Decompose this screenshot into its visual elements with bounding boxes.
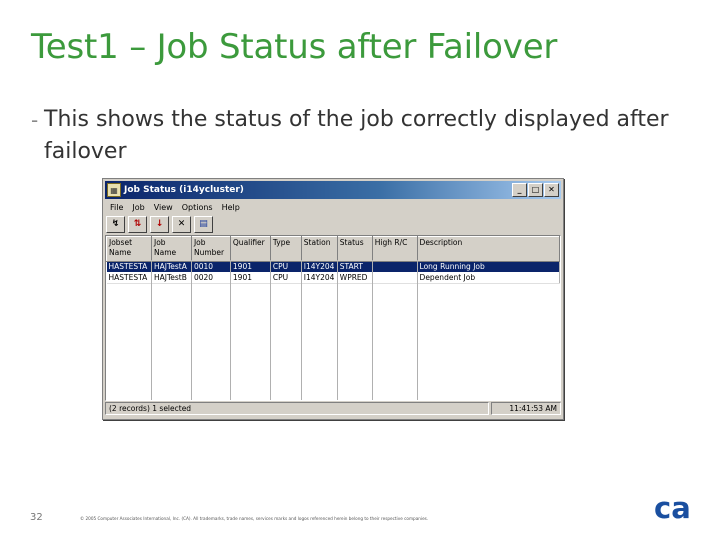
col-jobset-name[interactable]: Jobset Name	[106, 236, 152, 262]
ca-logo: ca	[654, 493, 690, 523]
bullet-point: - This shows the status of the job corre…	[31, 104, 691, 168]
toolbar: ↯ ⇅ ↓ ✕ ▤	[106, 215, 213, 233]
col-qualifier[interactable]: Qualifier	[229, 236, 271, 262]
job-table: Jobset Name Job Name Job Number Qualifie…	[106, 236, 560, 284]
menu-job[interactable]: Job	[132, 203, 144, 212]
copyright-text: © 2005 Computer Associates International…	[80, 516, 429, 521]
minimize-button[interactable]: _	[512, 183, 527, 197]
cell-qualifier: 1901	[230, 261, 271, 273]
cell-high-rc	[372, 261, 418, 273]
toolbar-cancel-icon[interactable]: ✕	[172, 215, 191, 233]
cell-job: HAJTestA	[151, 261, 192, 273]
cell-description: Long Running Job	[417, 261, 560, 273]
cell-station: I14Y204	[301, 261, 338, 273]
table-row[interactable]: HASTESTA HAJTestB 0020 1901 CPU I14Y204 …	[106, 272, 560, 284]
cell-type: CPU	[270, 261, 302, 273]
table-row[interactable]: HASTESTA HAJTestA 0010 1901 CPU I14Y204 …	[106, 261, 560, 273]
cell-station: I14Y204	[301, 272, 338, 284]
cell-high-rc	[372, 272, 418, 284]
bullet-text: This shows the status of the job correct…	[44, 107, 669, 164]
toolbar-status-icon[interactable]: ↯	[106, 215, 125, 233]
col-status[interactable]: Status	[336, 236, 373, 262]
toolbar-sort-icon[interactable]: ⇅	[128, 215, 147, 233]
table-header: Jobset Name Job Name Job Number Qualifie…	[106, 236, 560, 262]
cell-qualifier: 1901	[230, 272, 271, 284]
toolbar-view-icon[interactable]: ▤	[194, 215, 213, 233]
status-bar: (2 records) 1 selected 11:41:53 AM	[105, 402, 561, 415]
menu-bar: File Job View Options Help	[105, 200, 561, 214]
bullet-dash: -	[31, 108, 39, 132]
col-type[interactable]: Type	[269, 236, 302, 262]
slide-title: Test1 – Job Status after Failover	[31, 27, 558, 67]
col-job-name[interactable]: Job Name	[150, 236, 192, 262]
cell-status: WPRED	[337, 272, 373, 284]
menu-file[interactable]: File	[110, 203, 123, 212]
window-titlebar[interactable]: ▦ Job Status (i14ycluster) _ □ ✕	[105, 181, 561, 199]
page-number: 32	[30, 512, 43, 523]
menu-view[interactable]: View	[154, 203, 173, 212]
app-icon: ▦	[107, 183, 121, 197]
status-time: 11:41:53 AM	[491, 402, 561, 415]
close-button[interactable]: ✕	[544, 183, 559, 197]
cell-jobset: HASTESTA	[106, 272, 152, 284]
toolbar-down-icon[interactable]: ↓	[150, 215, 169, 233]
col-description[interactable]: Description	[416, 236, 560, 262]
menu-options[interactable]: Options	[182, 203, 213, 212]
cell-number: 0020	[191, 272, 231, 284]
window-title: Job Status (i14ycluster)	[124, 185, 244, 195]
col-job-number[interactable]: Job Number	[190, 236, 231, 262]
cell-description: Dependent Job	[417, 272, 560, 284]
job-status-window: ▦ Job Status (i14ycluster) _ □ ✕ File Jo…	[102, 178, 564, 420]
cell-jobset: HASTESTA	[106, 261, 152, 273]
status-record-count: (2 records) 1 selected	[105, 402, 489, 415]
ca-logo-text: ca	[654, 493, 690, 523]
cell-job: HAJTestB	[151, 272, 192, 284]
col-station[interactable]: Station	[300, 236, 338, 262]
maximize-button[interactable]: □	[528, 183, 543, 197]
cell-number: 0010	[191, 261, 231, 273]
cell-status: START	[337, 261, 373, 273]
menu-help[interactable]: Help	[222, 203, 240, 212]
cell-type: CPU	[270, 272, 302, 284]
job-grid: Jobset Name Job Name Job Number Qualifie…	[105, 235, 561, 401]
col-high-rc[interactable]: High R/C	[371, 236, 418, 262]
